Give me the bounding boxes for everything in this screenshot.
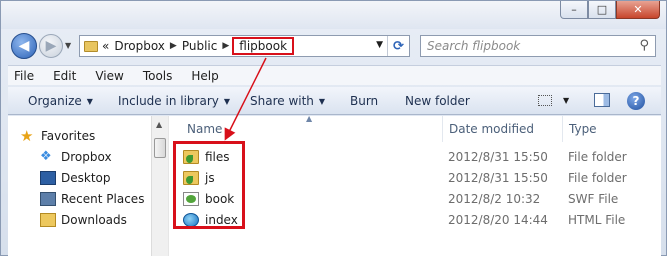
- search-placeholder: Search flipbook: [427, 39, 521, 53]
- column-header-type[interactable]: Type: [563, 116, 661, 142]
- crumb-flipbook[interactable]: flipbook: [232, 37, 295, 55]
- organize-button[interactable]: Organize ▼: [28, 94, 93, 108]
- minimize-button[interactable]: –: [560, 1, 588, 19]
- close-button[interactable]: ✕: [616, 1, 660, 19]
- chevron-down-icon: ▼: [318, 97, 326, 106]
- nav-item-label: Recent Places: [61, 192, 145, 206]
- nav-favorites-label: Favorites: [41, 129, 96, 143]
- navigation-pane: ★ Favorites ❖ Dropbox Desktop Recent Pla…: [8, 116, 151, 256]
- downloads-folder-icon: [40, 213, 56, 227]
- column-header-name[interactable]: Name: [181, 116, 443, 142]
- nav-desktop[interactable]: Desktop: [40, 168, 150, 188]
- chevron-down-icon[interactable]: ▼: [563, 96, 569, 105]
- file-date: 2012/8/31 15:50: [448, 150, 548, 164]
- new-folder-button[interactable]: New folder: [405, 94, 470, 108]
- title-bar: – □ ✕: [1, 1, 666, 29]
- crumb-overflow[interactable]: «: [102, 39, 109, 53]
- menu-edit[interactable]: Edit: [43, 69, 85, 83]
- nav-item-label: Dropbox: [61, 150, 112, 164]
- menu-file[interactable]: File: [8, 69, 43, 83]
- menu-help[interactable]: Help: [181, 69, 227, 83]
- caption-buttons: – □ ✕: [560, 1, 660, 19]
- nav-scrollbar[interactable]: ▲: [151, 116, 168, 256]
- file-date: 2012/8/31 15:50: [448, 171, 548, 185]
- include-in-library-button[interactable]: Include in library ▼: [118, 94, 230, 108]
- recent-pages-dropdown-icon[interactable]: ▼: [65, 41, 71, 50]
- menu-tools[interactable]: Tools: [133, 69, 182, 83]
- menu-view[interactable]: View: [85, 69, 132, 83]
- desktop-icon: [40, 171, 56, 185]
- chevron-down-icon: ▼: [223, 97, 231, 106]
- crumb-separator-icon[interactable]: ▶: [222, 41, 229, 51]
- address-row: ◀ ▶ ▼ « Dropbox ▶ Public ▶ flipbook ▼ ⟳ …: [1, 29, 666, 63]
- search-input[interactable]: Search flipbook ⚲: [420, 35, 656, 57]
- scroll-up-icon[interactable]: ▲: [156, 120, 162, 129]
- nav-favorites[interactable]: ★ Favorites: [20, 126, 150, 146]
- back-button[interactable]: ◀: [11, 33, 37, 59]
- menu-bar: File Edit View Tools Help: [8, 65, 661, 85]
- share-with-button[interactable]: Share with ▼: [250, 94, 325, 108]
- file-type: File folder: [568, 150, 627, 164]
- crumb-separator-icon[interactable]: ▶: [170, 41, 177, 51]
- dropbox-icon: ❖: [40, 149, 52, 164]
- file-date: 2012/8/2 10:32: [448, 192, 541, 206]
- forward-button[interactable]: ▶: [39, 34, 63, 58]
- burn-button[interactable]: Burn: [350, 94, 378, 108]
- views-icon[interactable]: [538, 95, 552, 106]
- annotation-highlight-box: [173, 141, 245, 229]
- column-header-date-modified[interactable]: Date modified: [443, 116, 563, 142]
- command-bar: Organize ▼ Include in library ▼ Share with…: [8, 87, 661, 115]
- file-date: 2012/8/20 14:44: [448, 213, 548, 227]
- explorer-window: – □ ✕ ◀ ▶ ▼ « Dropbox ▶ Public ▶ flipboo…: [0, 0, 667, 256]
- folder-icon: [84, 40, 98, 52]
- nav-downloads[interactable]: Downloads: [40, 210, 150, 230]
- search-icon[interactable]: ⚲: [639, 38, 649, 53]
- help-icon[interactable]: ?: [627, 92, 645, 110]
- nav-item-label: Downloads: [61, 213, 127, 227]
- pane-divider[interactable]: [168, 116, 169, 256]
- scrollbar-thumb[interactable]: [154, 138, 166, 158]
- nav-item-label: Desktop: [61, 171, 111, 185]
- preview-pane-icon[interactable]: [594, 93, 610, 107]
- include-in-library-label: Include in library: [118, 94, 219, 108]
- address-dropdown-icon[interactable]: ▼: [376, 40, 383, 50]
- star-icon: ★: [20, 127, 34, 145]
- crumb-dropbox[interactable]: Dropbox: [114, 39, 165, 53]
- file-type: SWF File: [568, 192, 619, 206]
- content-area: ★ Favorites ❖ Dropbox Desktop Recent Pla…: [8, 114, 661, 256]
- organize-label: Organize: [28, 94, 82, 108]
- file-type: HTML File: [568, 213, 626, 227]
- file-type: File folder: [568, 171, 627, 185]
- recent-places-icon: [40, 192, 56, 206]
- crumb-public[interactable]: Public: [182, 39, 218, 53]
- address-bar[interactable]: « Dropbox ▶ Public ▶ flipbook ▼ ⟳: [79, 35, 410, 57]
- chevron-down-icon: ▼: [86, 97, 93, 106]
- refresh-button[interactable]: ⟳: [387, 36, 409, 56]
- nav-recent-places[interactable]: Recent Places: [40, 189, 150, 209]
- nav-dropbox[interactable]: ❖ Dropbox: [40, 147, 150, 167]
- share-with-label: Share with: [250, 94, 314, 108]
- maximize-button[interactable]: □: [588, 1, 616, 19]
